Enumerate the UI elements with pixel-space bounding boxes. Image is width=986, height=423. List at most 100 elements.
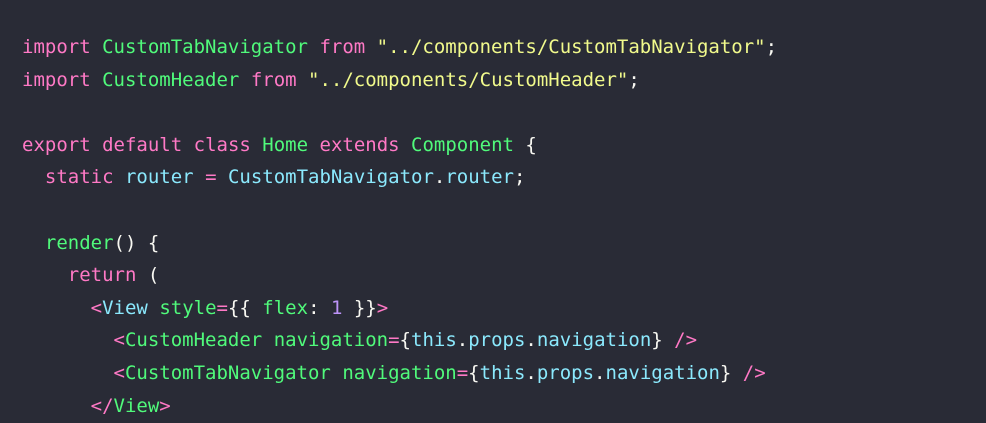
code-line: </View> <box>22 390 777 423</box>
code-token: . <box>433 166 446 189</box>
code-token: { <box>399 329 411 352</box>
code-token: }} <box>342 296 377 319</box>
code-token: = <box>205 166 217 189</box>
code-token: { <box>468 361 480 384</box>
code-token: = <box>388 329 400 352</box>
code-token: render <box>44 231 114 254</box>
code-token: ( <box>136 264 160 287</box>
code-token: router <box>124 166 194 189</box>
code-token: ; <box>628 68 640 91</box>
code-token: default <box>102 133 183 156</box>
code-line: <CustomTabNavigator navigation={this.pro… <box>22 357 777 390</box>
code-token: CustomHeader <box>102 68 240 91</box>
code-token: extends <box>319 133 400 156</box>
code-line: export default class Home extends Compon… <box>22 129 777 162</box>
code-token: > <box>159 394 171 417</box>
code-token: import <box>22 36 91 58</box>
code-token: Home <box>262 133 309 156</box>
code-token: < <box>113 329 125 352</box>
code-line: <View style={{ flex: 1 }}> <box>22 292 777 325</box>
code-token: CustomTabNavigator <box>102 36 308 58</box>
code-editor[interactable]: import CustomTabNavigator from "../compo… <box>0 0 986 423</box>
code-token: /> <box>674 329 698 352</box>
code-token: } <box>719 361 732 384</box>
code-token: "../components/CustomHeader" <box>308 68 629 91</box>
code-token: = <box>456 361 469 384</box>
code-token: this <box>411 329 457 352</box>
code-token: . <box>456 329 469 352</box>
code-token: router <box>445 166 514 189</box>
code-token: export <box>22 133 91 156</box>
code-token: props <box>536 361 595 384</box>
code-line: static router = CustomTabNavigator.route… <box>22 161 777 194</box>
code-block[interactable]: import CustomTabNavigator from "../compo… <box>22 31 777 422</box>
code-token: navigation <box>536 329 652 352</box>
code-token: CustomHeader <box>124 329 263 352</box>
code-token: return <box>67 264 137 287</box>
code-token: from <box>319 36 366 58</box>
code-token: < <box>113 361 125 384</box>
code-token: flex <box>262 296 309 319</box>
code-token: navigation <box>273 329 389 352</box>
code-token: this <box>479 361 526 384</box>
code-token: /> <box>742 361 766 384</box>
code-token: < <box>90 296 103 319</box>
code-token: > <box>376 296 389 319</box>
code-token: navigation <box>342 361 457 384</box>
code-line: render() { <box>22 227 777 260</box>
code-token: } <box>651 329 663 352</box>
code-token: CustomTabNavigator <box>227 166 434 189</box>
code-token: View <box>113 394 160 417</box>
code-token: static <box>44 166 114 189</box>
code-token: : <box>308 296 331 319</box>
code-token: . <box>525 329 537 352</box>
code-line: import CustomTabNavigator from "../compo… <box>22 31 777 64</box>
code-line: return ( <box>22 259 777 292</box>
code-token: () { <box>113 231 160 254</box>
code-token: navigation <box>605 361 720 384</box>
code-token: ; <box>765 36 778 58</box>
code-token: {{ <box>227 296 263 319</box>
code-token: . <box>594 361 606 384</box>
code-token: { <box>513 133 537 156</box>
code-token: View <box>102 296 148 319</box>
code-token: "../components/CustomTabNavigator" <box>376 36 766 58</box>
code-token: props <box>468 329 526 352</box>
code-token: . <box>525 361 537 384</box>
code-token: class <box>193 133 251 156</box>
code-token: 1 <box>330 296 343 319</box>
code-token: Component <box>411 133 514 156</box>
code-token: from <box>250 68 297 91</box>
code-token: CustomTabNavigator <box>124 361 331 384</box>
code-token: = <box>216 296 228 319</box>
code-token: style <box>159 296 217 319</box>
code-line: import CustomHeader from "../components/… <box>22 64 777 97</box>
code-line: <CustomHeader navigation={this.props.nav… <box>22 324 777 357</box>
